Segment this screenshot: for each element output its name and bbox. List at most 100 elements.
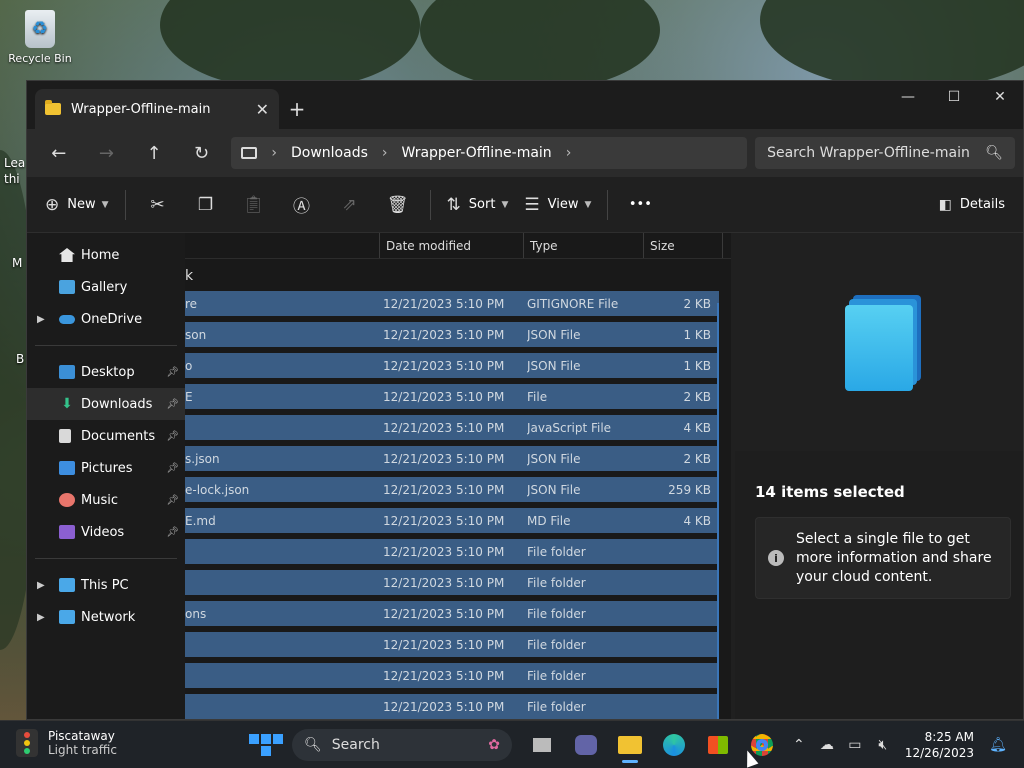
chevron-up-icon[interactable]: ⌃ xyxy=(785,737,813,753)
delete-button[interactable]: 🗑︎ xyxy=(374,187,422,223)
breadcrumb-separator[interactable]: › xyxy=(566,145,572,161)
taskbar-search[interactable]: 🔍︎ Search ✿ xyxy=(292,729,512,761)
music-icon xyxy=(59,493,75,507)
file-date-cell: 12/21/2023 5:10 PM xyxy=(383,358,505,373)
sort-label: Sort xyxy=(468,197,496,212)
cloud-offline-icon[interactable]: ☁ xyxy=(813,737,841,753)
rename-button[interactable]: Ⓐ xyxy=(278,187,326,223)
close-window-button[interactable]: ✕ xyxy=(977,81,1023,113)
chevron-right-icon[interactable]: ▶ xyxy=(37,580,45,591)
breadcrumb-separator[interactable]: › xyxy=(271,145,277,161)
close-tab-icon[interactable]: ✕ xyxy=(256,100,269,119)
teams-chat-button[interactable] xyxy=(566,725,606,765)
table-row[interactable]: 12/21/2023 5:10 PM File folder xyxy=(185,539,719,564)
microsoft-store-button[interactable] xyxy=(698,725,738,765)
table-row[interactable]: 12/21/2023 5:10 PM File folder xyxy=(185,663,719,688)
details-button[interactable]: ◧ Details xyxy=(931,187,1013,223)
new-tab-button[interactable]: + xyxy=(279,89,315,129)
column-header-name[interactable] xyxy=(185,233,379,258)
up-button[interactable]: ↑ xyxy=(130,137,178,169)
more-options-button[interactable]: ••• xyxy=(616,187,664,223)
table-row[interactable]: 12/21/2023 5:10 PM File folder xyxy=(185,570,719,595)
sidebar-item-label: Desktop xyxy=(81,364,135,380)
group-header: k xyxy=(185,268,194,284)
chevron-right-icon[interactable]: ▶ xyxy=(37,612,45,623)
search-input[interactable]: Search Wrapper-Offline-main 🔍︎ xyxy=(755,137,1016,169)
sidebar-item-desktop[interactable]: Desktop 📌︎ xyxy=(27,356,185,388)
gallery-icon xyxy=(59,280,75,294)
table-row[interactable]: E 12/21/2023 5:10 PM File 2 KB xyxy=(185,384,719,409)
sidebar-item-music[interactable]: Music 📌︎ xyxy=(27,484,185,516)
volume-muted-icon[interactable]: 🔇︎ xyxy=(869,737,897,753)
cut-button[interactable]: ✂ xyxy=(134,187,182,223)
sidebar-item-downloads[interactable]: ⬇ Downloads 📌︎ xyxy=(27,388,185,420)
share-button[interactable]: ⇗ xyxy=(326,187,374,223)
sidebar-item-this-pc[interactable]: ▶ This PC xyxy=(27,569,185,601)
refresh-button[interactable]: ↻ xyxy=(178,137,226,169)
clock[interactable]: 8:25 AM 12/26/2023 xyxy=(905,729,974,761)
network-icon[interactable]: ▭ xyxy=(841,737,869,753)
tab-wrapper-offline-main[interactable]: Wrapper-Offline-main ✕ xyxy=(35,89,279,129)
sidebar-item-onedrive[interactable]: ▶ OneDrive xyxy=(27,303,185,335)
table-row[interactable]: 12/21/2023 5:10 PM File folder xyxy=(185,694,719,719)
minimize-button[interactable]: — xyxy=(885,81,931,113)
desktop-partial-text: thi xyxy=(4,172,20,186)
sidebar-item-label: Documents xyxy=(81,428,156,444)
sidebar-item-network[interactable]: ▶ Network xyxy=(27,601,185,633)
table-row[interactable]: o 12/21/2023 5:10 PM JSON File 1 KB xyxy=(185,353,719,378)
task-view-button[interactable] xyxy=(522,725,562,765)
sidebar-item-gallery[interactable]: Gallery xyxy=(27,271,185,303)
edge-browser-button[interactable] xyxy=(654,725,694,765)
address-bar[interactable]: › Downloads › Wrapper-Offline-main › xyxy=(231,137,748,169)
recycle-bin-desktop-icon[interactable]: Recycle Bin xyxy=(8,10,72,65)
paste-button[interactable]: 📋︎ xyxy=(230,187,278,223)
view-button[interactable]: ☰ View ▼ xyxy=(516,187,599,223)
file-date-cell: 12/21/2023 5:10 PM xyxy=(383,668,505,683)
file-type-cell: JSON File xyxy=(527,451,581,466)
chevron-down-icon: ▼ xyxy=(501,199,509,210)
table-row[interactable]: 12/21/2023 5:10 PM JavaScript File 4 KB xyxy=(185,415,719,440)
forward-button[interactable]: → xyxy=(83,137,131,169)
sidebar-item-documents[interactable]: Documents 📌︎ xyxy=(27,420,185,452)
file-explorer-taskbar-button[interactable] xyxy=(610,725,650,765)
explorer-body: Home Gallery ▶ OneDrive Desktop 📌︎ ⬇ Dow… xyxy=(27,233,1023,719)
file-date-cell: 12/21/2023 5:10 PM xyxy=(383,389,505,404)
sidebar-item-videos[interactable]: Videos 📌︎ xyxy=(27,516,185,548)
sidebar-item-label: Gallery xyxy=(81,279,128,295)
notification-bell-icon[interactable]: 🔔︎ xyxy=(984,737,1012,753)
new-button[interactable]: ⊕ New ▼ xyxy=(37,187,117,223)
search-icon: 🔍︎ xyxy=(985,145,1004,161)
breadcrumb-separator[interactable]: › xyxy=(382,145,388,161)
table-row[interactable]: s.json 12/21/2023 5:10 PM JSON File 2 KB xyxy=(185,446,719,471)
table-row[interactable]: re 12/21/2023 5:10 PM GITIGNORE File 2 KB xyxy=(185,291,719,316)
back-button[interactable]: ← xyxy=(35,137,83,169)
column-header-type[interactable]: Type xyxy=(523,233,643,258)
file-date-cell: 12/21/2023 5:10 PM xyxy=(383,606,505,621)
sidebar-item-pictures[interactable]: Pictures 📌︎ xyxy=(27,452,185,484)
chevron-down-icon: ▼ xyxy=(584,199,592,210)
start-button[interactable] xyxy=(248,727,284,763)
chevron-right-icon[interactable]: ▶ xyxy=(37,314,45,325)
sidebar-item-label: OneDrive xyxy=(81,311,143,327)
cloud-icon xyxy=(59,314,75,324)
table-row[interactable]: E.md 12/21/2023 5:10 PM MD File 4 KB xyxy=(185,508,719,533)
file-explorer-icon xyxy=(618,736,642,754)
recycle-bin-label: Recycle Bin xyxy=(8,52,72,65)
file-type-cell: File folder xyxy=(527,699,586,714)
sidebar-item-home[interactable]: Home xyxy=(27,239,185,271)
sort-button[interactable]: ⇅ Sort ▼ xyxy=(439,187,517,223)
table-row[interactable]: 12/21/2023 5:10 PM File folder xyxy=(185,632,719,657)
vertical-scrollbar[interactable] xyxy=(717,303,719,719)
maximize-button[interactable]: ☐ xyxy=(931,81,977,113)
breadcrumb-downloads[interactable]: Downloads xyxy=(291,145,368,161)
table-row[interactable]: son 12/21/2023 5:10 PM JSON File 1 KB xyxy=(185,322,719,347)
breadcrumb-wrapper-offline-main[interactable]: Wrapper-Offline-main xyxy=(401,145,551,161)
column-header-date[interactable]: Date modified xyxy=(379,233,523,258)
copy-button[interactable]: ❐ xyxy=(182,187,230,223)
file-date-cell: 12/21/2023 5:10 PM xyxy=(383,451,505,466)
table-row[interactable]: e-lock.json 12/21/2023 5:10 PM JSON File 25… xyxy=(185,477,719,502)
weather-widget[interactable]: Piscataway Light traffic xyxy=(16,729,117,757)
column-header-size[interactable]: Size xyxy=(643,233,723,258)
download-arrow-icon: ⬇ xyxy=(61,396,73,412)
table-row[interactable]: ons 12/21/2023 5:10 PM File folder xyxy=(185,601,719,626)
